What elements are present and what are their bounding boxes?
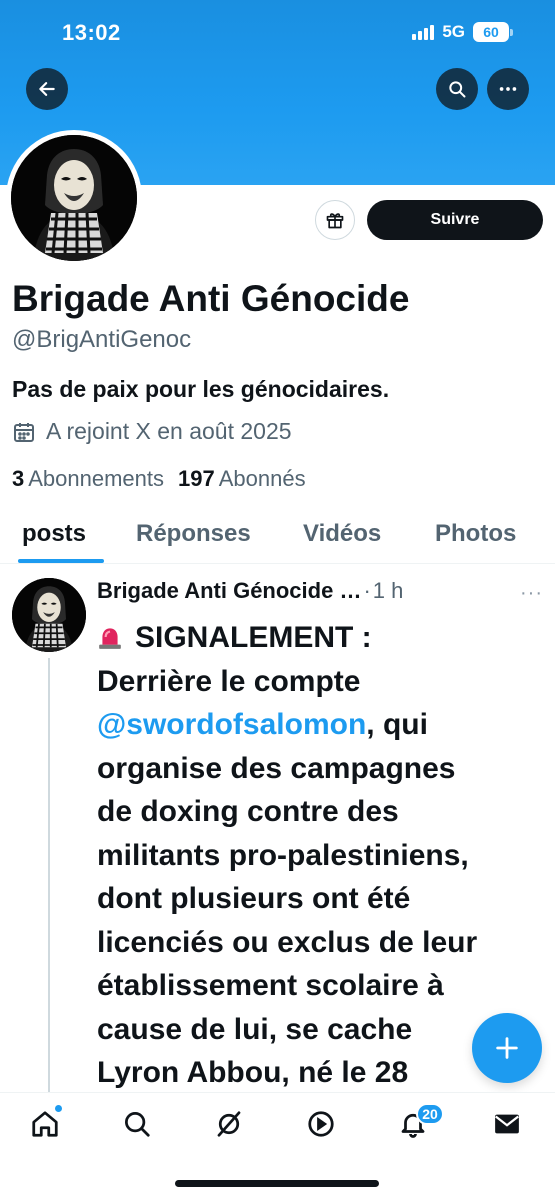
battery-level: 60 (473, 22, 509, 42)
plus-icon (496, 1037, 518, 1059)
tab-replies[interactable]: Réponses (136, 520, 251, 548)
tweet-line-text: , qui (366, 708, 428, 741)
tweet-author[interactable]: Brigade Anti Génocide … (97, 578, 361, 604)
signal-icon (412, 24, 435, 40)
more-horizontal-icon (499, 87, 517, 91)
tab-videos[interactable]: Vidéos (303, 520, 381, 548)
gift-icon (326, 213, 344, 229)
profile-display-name: Brigade Anti Génocide (12, 278, 410, 319)
profile-handle: @BrigAntiGenoc (12, 326, 192, 353)
follow-stats: 3 Abonnements 197 Abonnés (12, 466, 306, 492)
back-button[interactable] (26, 68, 68, 110)
tweet-separator: · (363, 578, 371, 603)
tweet-line: Derrière le compte (97, 664, 361, 698)
profile-tabs: posts Réponses Vidéos Photos (0, 508, 555, 564)
home-indicator (175, 1180, 379, 1187)
tweet-line: SIGNALEMENT : (97, 616, 547, 660)
mask-avatar-image (12, 578, 86, 652)
joined-text: A rejoint X en août 2025 (46, 418, 292, 444)
following-link[interactable]: 3 Abonnements (12, 466, 164, 492)
profile-avatar[interactable] (6, 130, 142, 266)
tweet-line: de doxing contre des (97, 795, 399, 828)
tweet-line: @swordofsalomon, qui (97, 703, 547, 747)
followers-count: 197 (178, 466, 215, 491)
tweet-more-button[interactable]: ··· (520, 582, 543, 605)
search-button[interactable] (436, 68, 478, 110)
tweet-line: militants pro-palestiniens, (97, 838, 469, 872)
status-time: 13:02 (62, 20, 121, 45)
tweet-line: organise des campagnes (97, 751, 456, 785)
more-button[interactable] (487, 68, 529, 110)
thread-line (48, 658, 50, 1098)
tab-active-indicator (18, 559, 104, 563)
calendar-icon (14, 422, 34, 442)
notifications-badge: 20 (416, 1103, 444, 1125)
siren-icon (99, 628, 121, 649)
tweet-avatar[interactable] (12, 578, 86, 652)
search-icon (449, 81, 466, 98)
grok-icon[interactable] (214, 1109, 244, 1139)
compose-button[interactable] (472, 1013, 542, 1083)
tweet-text[interactable]: SIGNALEMENT : Derrière le compte @swordo… (97, 616, 547, 1095)
home-unread-dot (55, 1105, 62, 1112)
status-indicators: 5G 60 (412, 22, 513, 42)
profile-joined: A rejoint X en août 2025 (12, 418, 292, 445)
mention-link[interactable]: @swordofsalomon (97, 708, 366, 741)
mask-avatar-image (11, 135, 137, 261)
gift-button[interactable] (315, 200, 355, 240)
network-type: 5G (442, 22, 465, 41)
tweet-header: Brigade Anti Génocide … · 1 h (97, 578, 403, 604)
search-icon[interactable] (122, 1109, 152, 1139)
tab-posts[interactable]: posts (22, 520, 86, 548)
status-bar: 13:02 5G 60 (0, 0, 555, 62)
tweet-line: établissement scolaire à (97, 969, 444, 1002)
tweet-time[interactable]: 1 h (373, 578, 404, 604)
battery-icon: 60 (473, 22, 513, 42)
home-icon[interactable] (30, 1109, 60, 1139)
tab-photos[interactable]: Photos (435, 520, 516, 548)
video-icon[interactable] (306, 1109, 336, 1139)
following-count: 3 (12, 466, 25, 491)
profile-bio: Pas de paix pour les génocidaires. (12, 376, 390, 402)
follow-button[interactable]: Suivre (367, 200, 543, 240)
tweet-line: licenciés ou exclus de leur (97, 925, 478, 959)
tweet-line: dont plusieurs ont été (97, 882, 411, 915)
following-label: Abonnements (28, 466, 165, 491)
messages-icon[interactable] (492, 1109, 522, 1139)
followers-label: Abonnés (218, 466, 306, 491)
arrow-left-icon (39, 82, 55, 96)
followers-link[interactable]: 197 Abonnés (178, 466, 306, 492)
tweet-line-text: SIGNALEMENT : (135, 621, 372, 654)
